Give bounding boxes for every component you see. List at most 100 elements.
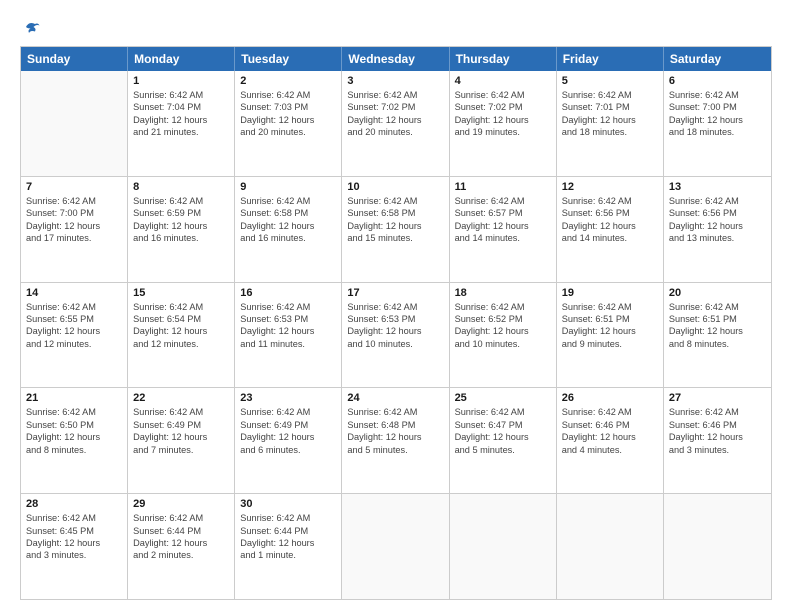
logo bbox=[20, 18, 41, 36]
day-info: Sunrise: 6:42 AM Sunset: 6:44 PM Dayligh… bbox=[240, 512, 336, 562]
day-info: Sunrise: 6:42 AM Sunset: 6:53 PM Dayligh… bbox=[240, 301, 336, 351]
logo-bird-icon bbox=[23, 18, 41, 36]
day-info: Sunrise: 6:42 AM Sunset: 6:57 PM Dayligh… bbox=[455, 195, 551, 245]
day-info: Sunrise: 6:42 AM Sunset: 6:56 PM Dayligh… bbox=[562, 195, 658, 245]
day-number: 10 bbox=[347, 181, 443, 193]
logo-text bbox=[20, 18, 41, 36]
day-number: 1 bbox=[133, 75, 229, 87]
calendar-row: 21 Sunrise: 6:42 AM Sunset: 6:50 PM Dayli… bbox=[21, 388, 771, 494]
day-number: 30 bbox=[240, 498, 336, 510]
day-info: Sunrise: 6:42 AM Sunset: 6:46 PM Dayligh… bbox=[669, 406, 766, 456]
day-number: 12 bbox=[562, 181, 658, 193]
day-info: Sunrise: 6:42 AM Sunset: 6:46 PM Dayligh… bbox=[562, 406, 658, 456]
calendar-row: 1 Sunrise: 6:42 AM Sunset: 7:04 PM Daylig… bbox=[21, 71, 771, 177]
weekday-header: Sunday bbox=[21, 47, 128, 71]
page: SundayMondayTuesdayWednesdayThursdayFrid… bbox=[0, 0, 792, 612]
day-number: 18 bbox=[455, 287, 551, 299]
day-number: 7 bbox=[26, 181, 122, 193]
calendar-cell bbox=[450, 494, 557, 599]
day-info: Sunrise: 6:42 AM Sunset: 7:00 PM Dayligh… bbox=[26, 195, 122, 245]
weekday-header: Monday bbox=[128, 47, 235, 71]
day-info: Sunrise: 6:42 AM Sunset: 6:45 PM Dayligh… bbox=[26, 512, 122, 562]
calendar-cell: 26 Sunrise: 6:42 AM Sunset: 6:46 PM Dayli… bbox=[557, 388, 664, 493]
day-number: 17 bbox=[347, 287, 443, 299]
day-info: Sunrise: 6:42 AM Sunset: 6:58 PM Dayligh… bbox=[347, 195, 443, 245]
day-info: Sunrise: 6:42 AM Sunset: 6:56 PM Dayligh… bbox=[669, 195, 766, 245]
calendar-header: SundayMondayTuesdayWednesdayThursdayFrid… bbox=[21, 47, 771, 71]
day-number: 2 bbox=[240, 75, 336, 87]
day-number: 25 bbox=[455, 392, 551, 404]
calendar-cell: 14 Sunrise: 6:42 AM Sunset: 6:55 PM Dayli… bbox=[21, 283, 128, 388]
calendar-cell bbox=[557, 494, 664, 599]
day-number: 20 bbox=[669, 287, 766, 299]
calendar-cell: 18 Sunrise: 6:42 AM Sunset: 6:52 PM Dayli… bbox=[450, 283, 557, 388]
calendar-cell: 20 Sunrise: 6:42 AM Sunset: 6:51 PM Dayli… bbox=[664, 283, 771, 388]
calendar-cell: 22 Sunrise: 6:42 AM Sunset: 6:49 PM Dayli… bbox=[128, 388, 235, 493]
day-info: Sunrise: 6:42 AM Sunset: 7:00 PM Dayligh… bbox=[669, 89, 766, 139]
day-info: Sunrise: 6:42 AM Sunset: 6:49 PM Dayligh… bbox=[133, 406, 229, 456]
day-number: 15 bbox=[133, 287, 229, 299]
calendar-row: 28 Sunrise: 6:42 AM Sunset: 6:45 PM Dayli… bbox=[21, 494, 771, 599]
calendar-body: 1 Sunrise: 6:42 AM Sunset: 7:04 PM Daylig… bbox=[21, 71, 771, 599]
calendar-row: 7 Sunrise: 6:42 AM Sunset: 7:00 PM Daylig… bbox=[21, 177, 771, 283]
calendar-cell: 7 Sunrise: 6:42 AM Sunset: 7:00 PM Daylig… bbox=[21, 177, 128, 282]
day-info: Sunrise: 6:42 AM Sunset: 7:02 PM Dayligh… bbox=[347, 89, 443, 139]
calendar-cell: 8Sunrise: 6:42 AM Sunset: 6:59 PM Daylig… bbox=[128, 177, 235, 282]
day-number: 9 bbox=[240, 181, 336, 193]
calendar-cell: 30 Sunrise: 6:42 AM Sunset: 6:44 PM Dayli… bbox=[235, 494, 342, 599]
day-info: Sunrise: 6:42 AM Sunset: 6:51 PM Dayligh… bbox=[562, 301, 658, 351]
day-number: 29 bbox=[133, 498, 229, 510]
day-number: 5 bbox=[562, 75, 658, 87]
day-number: 14 bbox=[26, 287, 122, 299]
day-number: 26 bbox=[562, 392, 658, 404]
day-info: Sunrise: 6:42 AM Sunset: 6:49 PM Dayligh… bbox=[240, 406, 336, 456]
calendar-cell: 10 Sunrise: 6:42 AM Sunset: 6:58 PM Dayli… bbox=[342, 177, 449, 282]
day-info: Sunrise: 6:42 AM Sunset: 7:04 PM Dayligh… bbox=[133, 89, 229, 139]
calendar-cell: 23 Sunrise: 6:42 AM Sunset: 6:49 PM Dayli… bbox=[235, 388, 342, 493]
day-number: 8 bbox=[133, 181, 229, 193]
calendar-cell: 9 Sunrise: 6:42 AM Sunset: 6:58 PM Daylig… bbox=[235, 177, 342, 282]
weekday-header: Friday bbox=[557, 47, 664, 71]
calendar-cell: 29 Sunrise: 6:42 AM Sunset: 6:44 PM Dayli… bbox=[128, 494, 235, 599]
calendar-cell: 25 Sunrise: 6:42 AM Sunset: 6:47 PM Dayli… bbox=[450, 388, 557, 493]
calendar-cell: 27 Sunrise: 6:42 AM Sunset: 6:46 PM Dayli… bbox=[664, 388, 771, 493]
day-info: Sunrise: 6:42 AM Sunset: 6:53 PM Dayligh… bbox=[347, 301, 443, 351]
day-info: Sunrise: 6:42 AM Sunset: 6:54 PM Dayligh… bbox=[133, 301, 229, 351]
day-number: 3 bbox=[347, 75, 443, 87]
calendar-cell: 5 Sunrise: 6:42 AM Sunset: 7:01 PM Daylig… bbox=[557, 71, 664, 176]
day-info: Sunrise: 6:42 AM Sunset: 6:51 PM Dayligh… bbox=[669, 301, 766, 351]
calendar: SundayMondayTuesdayWednesdayThursdayFrid… bbox=[20, 46, 772, 600]
day-number: 11 bbox=[455, 181, 551, 193]
day-number: 28 bbox=[26, 498, 122, 510]
day-number: 27 bbox=[669, 392, 766, 404]
calendar-cell bbox=[21, 71, 128, 176]
day-info: Sunrise: 6:42 AM Sunset: 6:44 PM Dayligh… bbox=[133, 512, 229, 562]
calendar-cell bbox=[664, 494, 771, 599]
day-number: 6 bbox=[669, 75, 766, 87]
header bbox=[20, 18, 772, 36]
weekday-header: Saturday bbox=[664, 47, 771, 71]
calendar-row: 14 Sunrise: 6:42 AM Sunset: 6:55 PM Dayli… bbox=[21, 283, 771, 389]
day-info: Sunrise: 6:42 AM Sunset: 7:01 PM Dayligh… bbox=[562, 89, 658, 139]
calendar-cell: 11 Sunrise: 6:42 AM Sunset: 6:57 PM Dayli… bbox=[450, 177, 557, 282]
calendar-cell: 1 Sunrise: 6:42 AM Sunset: 7:04 PM Daylig… bbox=[128, 71, 235, 176]
calendar-cell: 28 Sunrise: 6:42 AM Sunset: 6:45 PM Dayli… bbox=[21, 494, 128, 599]
day-number: 21 bbox=[26, 392, 122, 404]
day-info: Sunrise: 6:42 AM Sunset: 6:55 PM Dayligh… bbox=[26, 301, 122, 351]
day-info: Sunrise: 6:42 AM Sunset: 6:52 PM Dayligh… bbox=[455, 301, 551, 351]
day-info: Sunrise: 6:42 AM Sunset: 6:58 PM Dayligh… bbox=[240, 195, 336, 245]
day-number: 13 bbox=[669, 181, 766, 193]
day-number: 23 bbox=[240, 392, 336, 404]
calendar-cell: 15 Sunrise: 6:42 AM Sunset: 6:54 PM Dayli… bbox=[128, 283, 235, 388]
calendar-cell: 12 Sunrise: 6:42 AM Sunset: 6:56 PM Dayli… bbox=[557, 177, 664, 282]
calendar-cell: 4Sunrise: 6:42 AM Sunset: 7:02 PM Daylig… bbox=[450, 71, 557, 176]
calendar-cell: 16 Sunrise: 6:42 AM Sunset: 6:53 PM Dayli… bbox=[235, 283, 342, 388]
day-number: 24 bbox=[347, 392, 443, 404]
day-number: 22 bbox=[133, 392, 229, 404]
day-number: 16 bbox=[240, 287, 336, 299]
calendar-cell bbox=[342, 494, 449, 599]
day-info: Sunrise: 6:42 AM Sunset: 6:50 PM Dayligh… bbox=[26, 406, 122, 456]
calendar-cell: 19Sunrise: 6:42 AM Sunset: 6:51 PM Dayli… bbox=[557, 283, 664, 388]
day-info: Sunrise: 6:42 AM Sunset: 6:47 PM Dayligh… bbox=[455, 406, 551, 456]
calendar-cell: 21 Sunrise: 6:42 AM Sunset: 6:50 PM Dayli… bbox=[21, 388, 128, 493]
